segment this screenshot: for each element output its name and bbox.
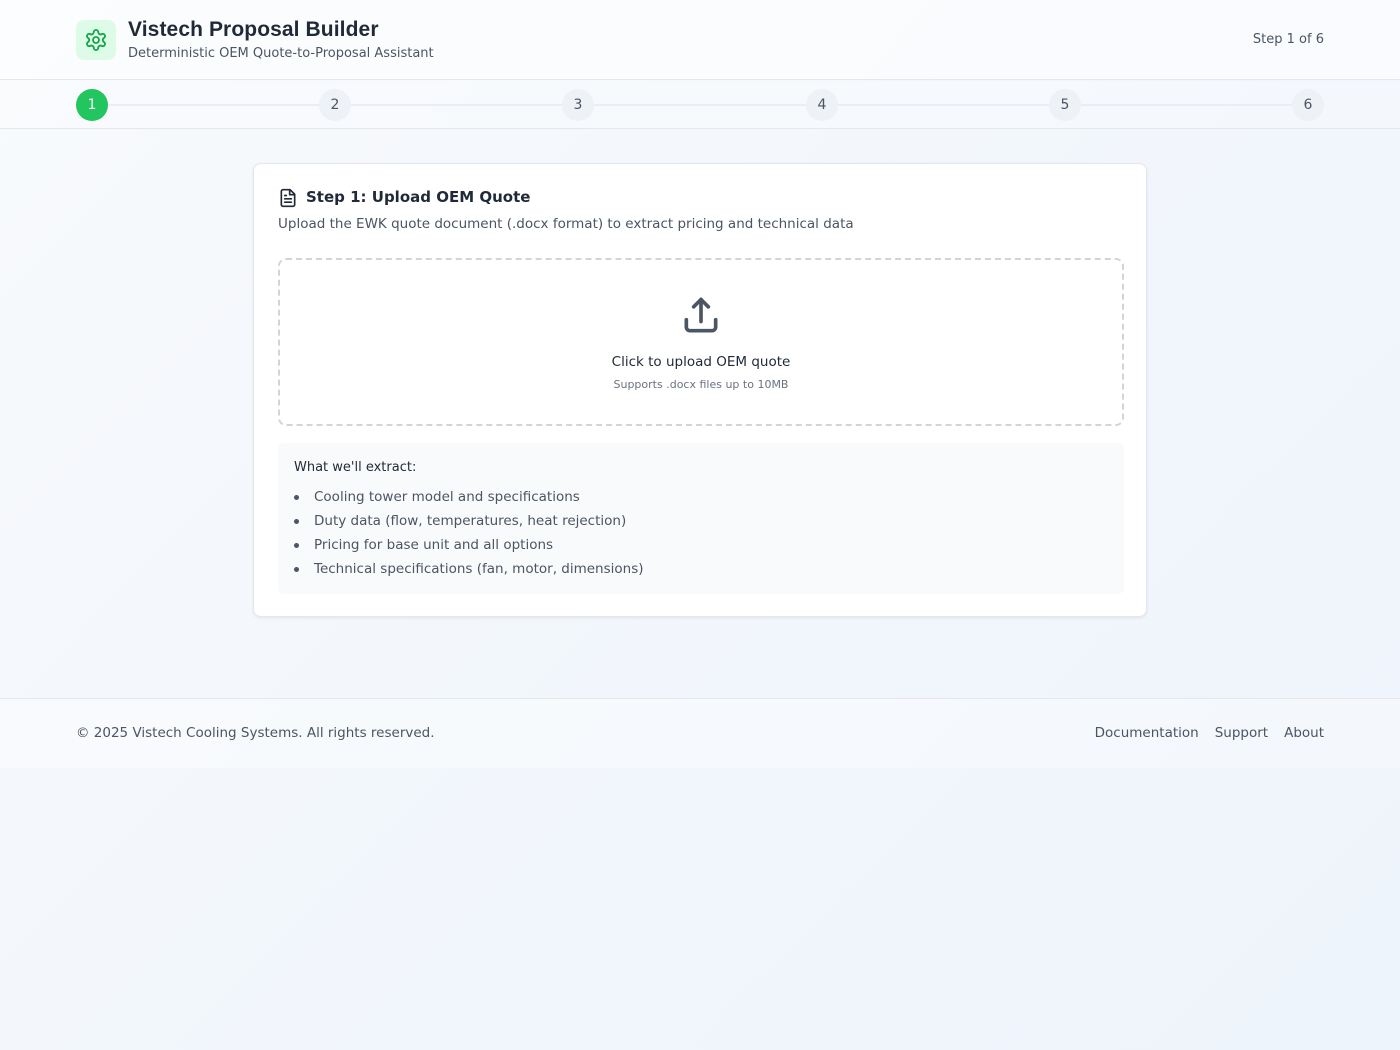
app-footer: © 2025 Vistech Cooling Systems. All righ… [0,698,1400,768]
extract-info-box: What we'll extract: Cooling tower model … [278,443,1124,594]
step-connector [838,104,1049,106]
step-3[interactable]: 3 [562,89,594,121]
document-icon [278,188,298,208]
app-header: Vistech Proposal Builder Deterministic O… [0,0,1400,80]
list-item: Duty data (flow, temperatures, heat reje… [294,511,644,535]
list-item: Pricing for base unit and all options [294,535,644,559]
step-connector [1081,104,1292,106]
upload-icon [679,294,723,338]
step-2[interactable]: 2 [319,89,351,121]
upload-label: Click to upload OEM quote [611,354,791,370]
list-item: Technical specifications (fan, motor, di… [294,559,644,583]
list-item: Cooling tower model and specifications [294,487,644,511]
extract-heading: What we'll extract: [294,460,417,475]
documentation-link[interactable]: Documentation [1095,725,1199,741]
app-title: Vistech Proposal Builder [128,18,379,41]
progress-stepper: 1 2 3 4 5 6 [0,81,1400,129]
step-connector [594,104,806,106]
footer-links: Documentation Support About [1095,725,1324,741]
step-connector [108,104,319,106]
step-1[interactable]: 1 [76,89,108,121]
app-subtitle: Deterministic OEM Quote-to-Proposal Assi… [128,46,434,61]
copyright: © 2025 Vistech Cooling Systems. All righ… [76,725,435,741]
upload-card: Step 1: Upload OEM Quote Upload the EWK … [253,163,1147,617]
step-connector [351,104,562,106]
upload-hint: Supports .docx files up to 10MB [613,378,789,391]
step-6[interactable]: 6 [1292,89,1324,121]
gear-icon [76,20,116,60]
upload-dropzone[interactable]: Click to upload OEM quote Supports .docx… [278,258,1124,426]
card-title: Step 1: Upload OEM Quote [306,188,531,206]
support-link[interactable]: Support [1215,725,1268,741]
step-5[interactable]: 5 [1049,89,1081,121]
extract-list: Cooling tower model and specifications D… [294,487,644,583]
step-indicator: Step 1 of 6 [1252,32,1324,47]
step-4[interactable]: 4 [806,89,838,121]
card-description: Upload the EWK quote document (.docx for… [278,216,854,232]
about-link[interactable]: About [1284,725,1324,741]
